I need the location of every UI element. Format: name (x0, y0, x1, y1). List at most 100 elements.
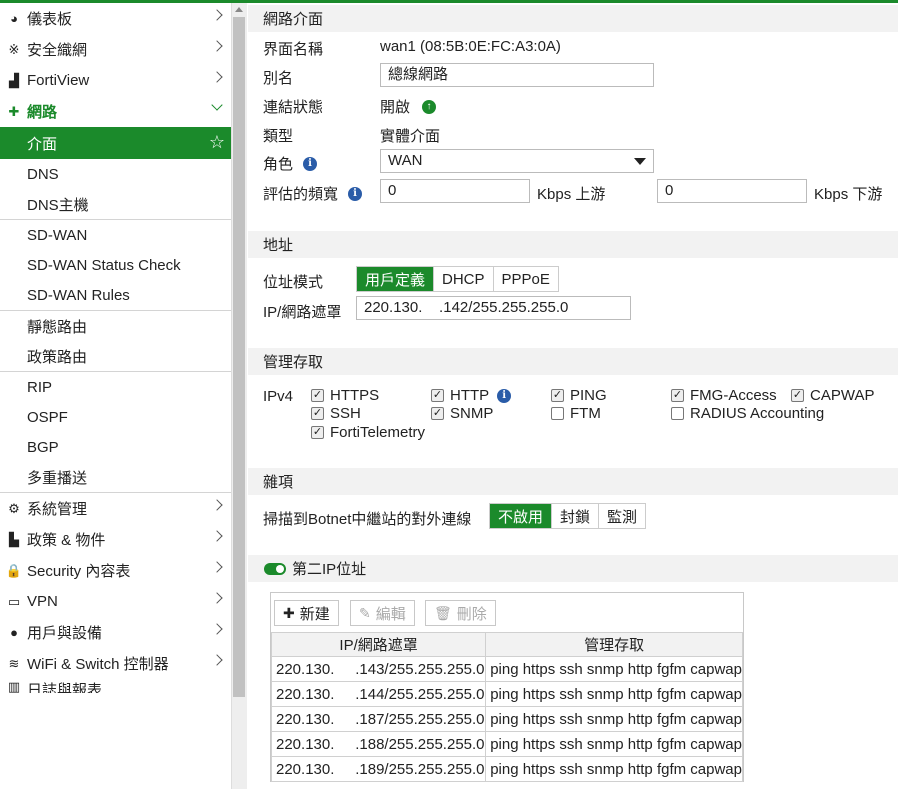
mode-manual-button[interactable]: 用戶定義 (357, 267, 435, 291)
section-header-interface: 網路介面 (248, 5, 898, 32)
column-header-ip-netmask[interactable]: IP/網路遮罩 (270, 632, 487, 657)
sidebar-item-dashboard[interactable]: ◕ 儀表板 (0, 3, 231, 34)
section-header-misc: 雜項 (248, 468, 898, 495)
checkbox-box[interactable] (671, 407, 684, 420)
info-icon[interactable]: i (497, 388, 512, 403)
sidebar-subitem-rip[interactable]: RIP (0, 372, 231, 402)
cell-access: ping https ssh snmp http fgfm capwap (485, 706, 743, 732)
mode-dhcp-button[interactable]: DHCP (434, 267, 494, 291)
sidebar-subitem-ospf[interactable]: OSPF (0, 402, 231, 432)
table-row[interactable]: 220.130. .189/255.255.255.0 ping https ss… (270, 756, 743, 782)
checkbox-ssh[interactable]: ✓ SSH (311, 405, 361, 422)
sidebar-subitem-dns[interactable]: DNS (0, 159, 231, 189)
sidebar-subitem-sdwan-rules[interactable]: SD-WAN Rules (0, 280, 231, 310)
ip-netmask-label: IP/網路遮罩 (263, 304, 342, 321)
interface-name-value: wan1 (08:5B:0E:FC:A3:0A) (380, 38, 561, 55)
sidebar-subitem-static-routes[interactable]: 靜態路由 (0, 311, 231, 341)
edit-button[interactable]: ✎ 編輯 (350, 600, 415, 626)
secondary-ip-panel: ✚ 新建 ✎ 編輯 🗑 刪除 IP/網路遮罩 管理存取 220.130. .143/2… (270, 592, 744, 782)
log-icon: ▥ (7, 679, 21, 693)
check-icon[interactable]: ✓ (791, 389, 804, 402)
alias-input[interactable]: 總線網路 (380, 63, 654, 87)
sidebar-subitem-label: BGP (27, 438, 59, 456)
sidebar-item-system[interactable]: ⚙ 系統管理 (0, 493, 231, 524)
sidebar-item-network[interactable]: ✚ 網路 (0, 96, 231, 127)
sidebar-subitem-label: RIP (27, 378, 53, 396)
sidebar-item-label: WiFi & Switch 控制器 (27, 656, 169, 673)
sidebar-scrollbar-thumb[interactable] (233, 17, 245, 697)
sidebar-item-policy-objects[interactable]: ▙ 政策 & 物件 (0, 524, 231, 555)
sidebar-subitem-sdwan-status-check[interactable]: SD-WAN Status Check (0, 250, 231, 280)
sidebar-subitem-policy-routes[interactable]: 政策路由 (0, 341, 231, 371)
check-icon[interactable]: ✓ (311, 426, 324, 439)
checkbox-ping[interactable]: ✓ PING (551, 387, 607, 404)
check-icon[interactable]: ✓ (431, 407, 444, 420)
sidebar-item-vpn[interactable]: ▭ VPN (0, 586, 231, 617)
ip-netmask-input[interactable]: 220.130. .142/255.255.255.0 (356, 296, 631, 320)
bandwidth-upstream-input[interactable]: 0 (380, 179, 530, 203)
sidebar-item-security-fabric[interactable]: ※ 安全織網 (0, 34, 231, 65)
botnet-monitor-button[interactable]: 監測 (599, 504, 646, 528)
link-status-value: 開啟 (380, 99, 411, 116)
role-select[interactable]: WAN (380, 149, 654, 173)
sidebar-subitem-label: SD-WAN Rules (27, 286, 130, 304)
sidebar-subitem-label: 介面 (27, 135, 58, 153)
sidebar-subitem-label: SD-WAN Status Check (27, 256, 181, 274)
sidebar-item-security-profiles[interactable]: 🔒 Security 內容表 (0, 555, 231, 586)
checkbox-box[interactable] (551, 407, 564, 420)
checkbox-http[interactable]: ✓ HTTP i (431, 387, 512, 404)
column-header-admin-access[interactable]: 管理存取 (485, 632, 743, 657)
checkbox-ftm[interactable]: FTM (551, 405, 601, 422)
bandwidth-downstream-input[interactable]: 0 (657, 179, 807, 203)
sidebar-subitem-label: 政策路由 (27, 348, 88, 366)
check-icon[interactable]: ✓ (311, 389, 324, 402)
checkbox-label: SSH (330, 405, 361, 422)
checkbox-capwap[interactable]: ✓ CAPWAP (791, 387, 874, 404)
info-icon[interactable]: i (303, 156, 318, 171)
table-row[interactable]: 220.130. .144/255.255.255.0 ping https ss… (270, 681, 743, 707)
info-icon[interactable]: i (348, 186, 363, 201)
botnet-block-button[interactable]: 封鎖 (552, 504, 600, 528)
new-button[interactable]: ✚ 新建 (274, 600, 339, 626)
star-icon[interactable]: ☆ (209, 132, 225, 153)
ipv4-label: IPv4 (263, 388, 294, 405)
table-row[interactable]: 220.130. .143/255.255.255.0 ping https ss… (270, 656, 743, 682)
checkbox-label: SNMP (450, 405, 494, 422)
sidebar-item-wifi-switch[interactable]: ≋ WiFi & Switch 控制器 (0, 648, 231, 679)
mode-pppoe-button[interactable]: PPPoE (493, 267, 558, 291)
sidebar-item-fortiview[interactable]: ▟ FortiView (0, 65, 231, 96)
chevron-right-icon (211, 71, 223, 83)
checkbox-label: FTM (570, 405, 601, 422)
sidebar-subitem-interfaces[interactable]: 介面 ☆ (0, 127, 231, 159)
dropdown-arrow-icon (634, 158, 646, 165)
checkbox-https[interactable]: ✓ HTTPS (311, 387, 379, 404)
table-row[interactable]: 220.130. .188/255.255.255.0 ping https ss… (270, 731, 743, 757)
checkbox-fmg-access[interactable]: ✓ FMG-Access (671, 387, 777, 404)
sidebar-item-log-report[interactable]: ▥ 日誌與報表 (0, 679, 231, 693)
table-header-row: IP/網路遮罩 管理存取 (270, 632, 743, 657)
sidebar-subitem-sdwan[interactable]: SD-WAN (0, 220, 231, 250)
sidebar-item-label: 網路 (27, 104, 58, 121)
section-header-admin-access: 管理存取 (248, 348, 898, 375)
chevron-right-icon (211, 592, 223, 604)
checkbox-label: FMG-Access (690, 387, 777, 404)
sidebar-subitem-dns-server[interactable]: DNS主機 (0, 189, 231, 219)
table-row[interactable]: 220.130. .187/255.255.255.0 ping https ss… (270, 706, 743, 732)
new-button-label: 新建 (299, 605, 330, 623)
check-icon[interactable]: ✓ (671, 389, 684, 402)
checkbox-snmp[interactable]: ✓ SNMP (431, 405, 493, 422)
check-icon[interactable]: ✓ (311, 407, 324, 420)
checkbox-fortitelemetry[interactable]: ✓ FortiTelemetry (311, 424, 425, 441)
check-icon[interactable]: ✓ (551, 389, 564, 402)
sidebar-item-user-device[interactable]: ● 用戶與設備 (0, 617, 231, 648)
delete-button[interactable]: 🗑 刪除 (425, 600, 496, 626)
scroll-up-arrow-icon[interactable] (235, 7, 243, 12)
chevron-right-icon (211, 530, 223, 542)
checkbox-radius-accounting[interactable]: RADIUS Accounting (671, 405, 824, 422)
botnet-toggle: 不啟用 封鎖 監測 (489, 503, 647, 529)
check-icon[interactable]: ✓ (431, 389, 444, 402)
botnet-disable-button[interactable]: 不啟用 (490, 504, 553, 528)
sidebar-subitem-multicast[interactable]: 多重播送 (0, 462, 231, 492)
sidebar-subitem-bgp[interactable]: BGP (0, 432, 231, 462)
secondary-ip-toggle[interactable] (264, 562, 286, 575)
